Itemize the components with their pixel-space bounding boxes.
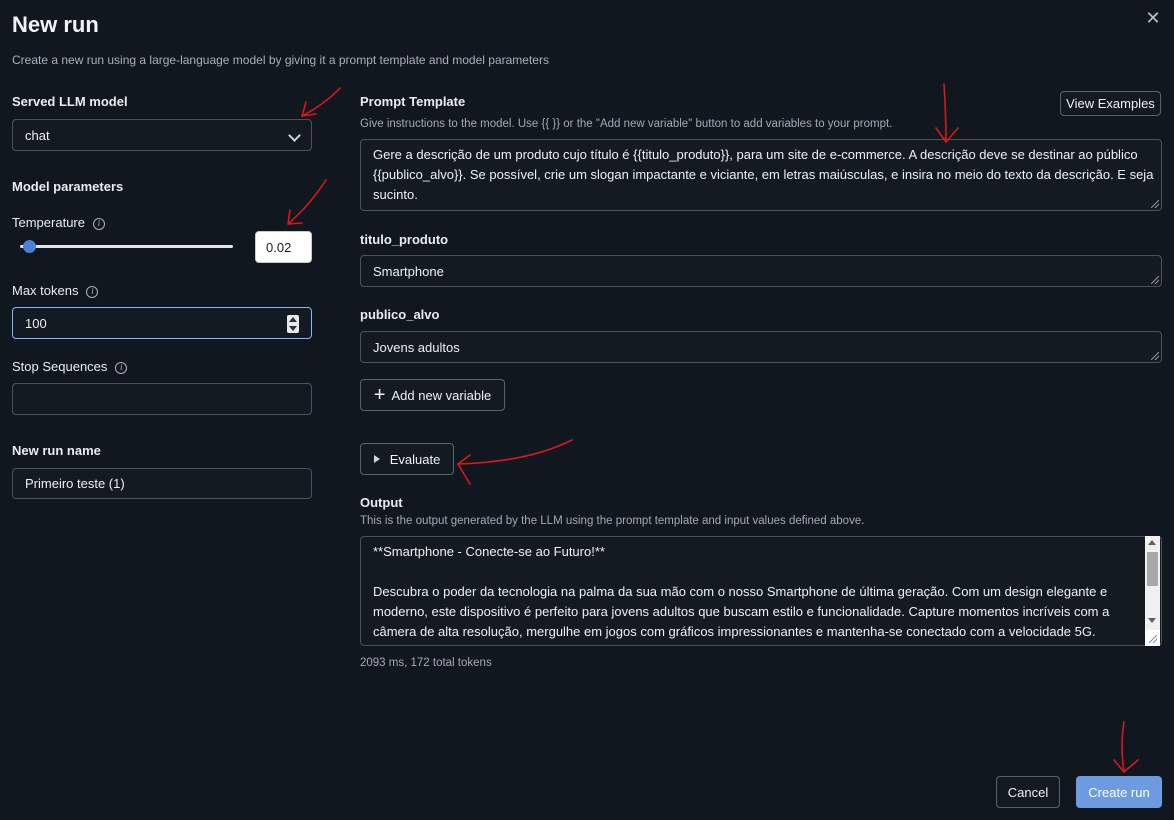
arrow-icon <box>457 439 573 465</box>
stop-sequences-label-text: Stop Sequences <box>12 359 108 374</box>
resize-handle-icon[interactable] <box>1151 276 1159 284</box>
served-model-value: chat <box>25 127 50 143</box>
info-icon[interactable]: i <box>92 217 105 230</box>
add-new-variable-label: Add new variable <box>391 387 492 403</box>
view-examples-button[interactable]: View Examples <box>1060 91 1161 116</box>
max-tokens-label-text: Max tokens <box>12 283 79 298</box>
output-line: moderno, este dispositivo é perfeito par… <box>373 604 1110 619</box>
variable-value-titulo-produto: Smartphone <box>373 263 444 279</box>
plus-icon: + <box>373 384 386 406</box>
arrow-icon <box>457 454 471 485</box>
prompt-template-textarea[interactable]: Gere a descrição de um produto cujo títu… <box>360 139 1162 211</box>
output-line: Descubra o poder da tecnologia na palma … <box>373 584 1108 599</box>
stop-sequences-label: Stop Sequences i <box>12 359 128 374</box>
variable-label-publico-alvo: publico_alvo <box>360 307 440 322</box>
scrollbar-thumb[interactable] <box>1147 552 1158 586</box>
variable-input-titulo-produto[interactable]: Smartphone <box>360 255 1162 287</box>
add-new-variable-button[interactable]: + Add new variable <box>360 379 505 411</box>
model-parameters-heading: Model parameters <box>12 179 124 194</box>
run-name-input[interactable]: Primeiro teste (1) <box>12 468 312 499</box>
prompt-template-hint: Give instructions to the model. Use {{ }… <box>360 118 893 130</box>
served-model-label: Served LLM model <box>12 94 128 109</box>
stop-sequences-input[interactable] <box>12 383 312 415</box>
prompt-template-label: Prompt Template <box>360 94 466 109</box>
arrow-icon <box>1113 759 1139 773</box>
variable-value-publico-alvo: Jovens adultos <box>373 339 460 355</box>
info-icon[interactable]: i <box>115 361 128 374</box>
dialog-title: New run <box>12 12 99 37</box>
temperature-label-text: Temperature <box>12 215 85 230</box>
evaluate-button[interactable]: Evaluate <box>360 443 454 475</box>
output-label: Output <box>360 495 403 510</box>
resize-handle-icon[interactable] <box>1151 352 1159 360</box>
output-scrollbar[interactable] <box>1145 536 1160 646</box>
max-tokens-input[interactable]: 100 <box>12 307 312 339</box>
resize-handle-icon[interactable] <box>1149 635 1157 643</box>
prompt-line: {{publico_alvo}}. Se possível, crie um s… <box>373 167 1154 182</box>
chevron-down-icon <box>288 129 301 142</box>
arrow-icon <box>1121 721 1125 773</box>
stepper-arrows-icon[interactable] <box>287 315 299 333</box>
run-name-label: New run name <box>12 443 101 458</box>
arrow-icon <box>301 87 341 117</box>
dialog-subtitle: Create a new run using a large-language … <box>12 53 549 67</box>
evaluate-label: Evaluate <box>389 451 441 467</box>
new-run-dialog: New run Create a new run using a large-l… <box>0 0 1174 820</box>
prompt-line: Gere a descrição de um produto cujo títu… <box>373 147 1138 162</box>
variable-label-titulo-produto: titulo_produto <box>360 232 449 247</box>
create-run-button[interactable]: Create run <box>1076 776 1162 808</box>
info-icon[interactable]: i <box>86 285 99 298</box>
arrow-icon <box>943 83 947 143</box>
run-name-value: Primeiro teste (1) <box>25 476 125 491</box>
served-model-select[interactable]: chat <box>12 119 312 151</box>
scroll-down-icon[interactable] <box>1148 618 1156 623</box>
temperature-slider-thumb[interactable] <box>22 240 36 253</box>
resize-handle-icon[interactable] <box>1151 200 1159 208</box>
output-line: câmera de alta resolução, mergulhe em jo… <box>373 624 1096 639</box>
output-line: **Smartphone - Conecte-se ao Futuro!** <box>373 544 605 559</box>
cancel-button[interactable]: Cancel <box>996 776 1060 808</box>
temperature-slider-track[interactable] <box>20 245 233 248</box>
play-icon <box>373 455 380 463</box>
prompt-line: sucinto. <box>373 187 418 202</box>
output-hint: This is the output generated by the LLM … <box>360 515 865 527</box>
temperature-value: 0.02 <box>266 239 292 255</box>
close-icon[interactable]: ✕ <box>1143 8 1163 28</box>
arrow-icon <box>287 179 327 225</box>
variable-input-publico-alvo[interactable]: Jovens adultos <box>360 331 1162 363</box>
temperature-input[interactable]: 0.02 <box>255 231 312 263</box>
output-stats: 2093 ms, 172 total tokens <box>360 657 492 669</box>
arrow-icon <box>287 209 303 225</box>
max-tokens-value: 100 <box>25 315 47 331</box>
output-textarea[interactable]: **Smartphone - Conecte-se ao Futuro!** D… <box>360 536 1162 646</box>
resize-grip[interactable] <box>1145 630 1160 646</box>
arrow-icon <box>301 101 317 117</box>
scroll-up-icon[interactable] <box>1148 540 1156 545</box>
max-tokens-label: Max tokens i <box>12 283 99 298</box>
temperature-label: Temperature i <box>12 215 105 230</box>
